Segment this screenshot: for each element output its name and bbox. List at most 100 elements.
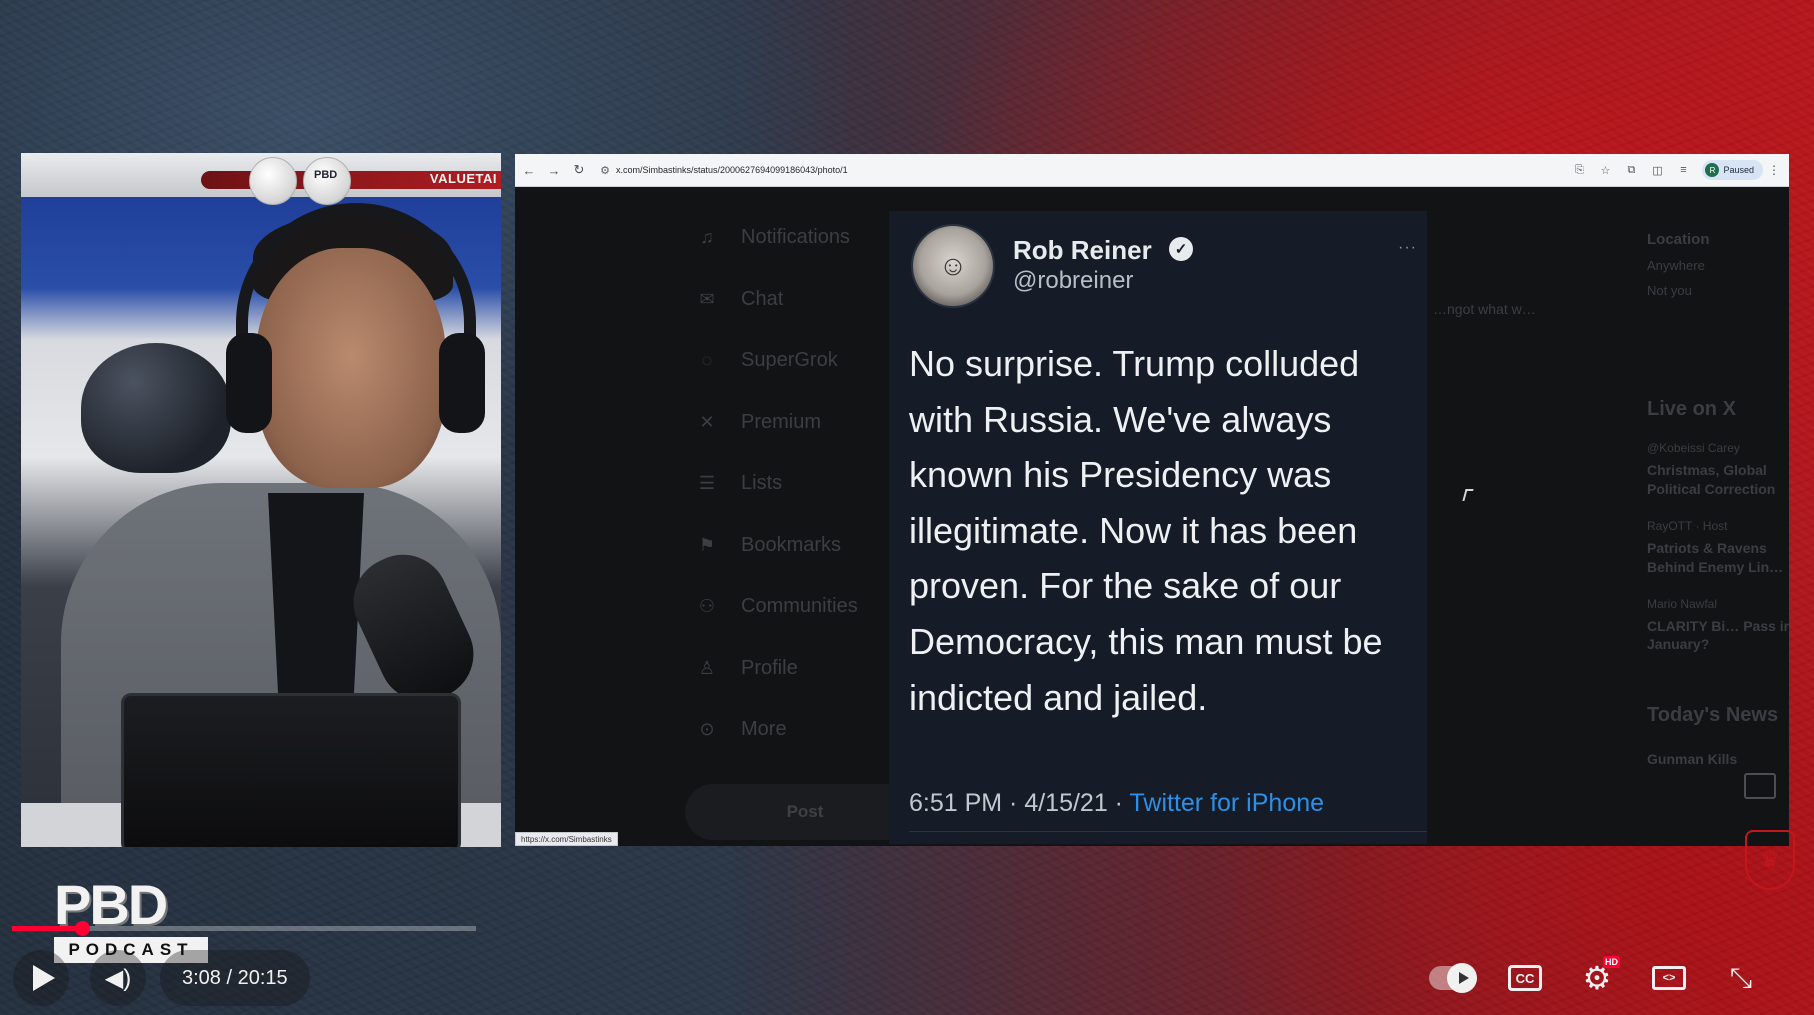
mouse-cursor-icon xyxy=(1462,489,1474,501)
bookmark-icon: ⚑ xyxy=(698,534,716,555)
progress-bar[interactable] xyxy=(12,921,476,936)
x-nav-communities[interactable]: ⚇ Communities xyxy=(695,576,895,638)
tweet-author-avatar[interactable]: ☺ xyxy=(911,224,995,308)
trend-item[interactable]: RayOTT · Host Patriots & Ravens Behind E… xyxy=(1647,519,1789,577)
progress-scrubber[interactable] xyxy=(74,921,90,936)
headphone-left xyxy=(226,333,272,433)
volume-icon: ◀) xyxy=(104,964,132,992)
hd-badge: HD xyxy=(1603,956,1620,968)
autoplay-track xyxy=(1429,963,1477,993)
fullscreen-button[interactable]: ⤡ xyxy=(1714,952,1768,1004)
autoplay-toggle[interactable] xyxy=(1426,952,1480,1004)
tweet-author-name: Rob Reiner xyxy=(1013,235,1152,265)
mail-icon: ✉ xyxy=(699,288,715,309)
theater-mode-button[interactable]: <> xyxy=(1642,952,1696,1004)
trend-meta: @Kobeissi Carey xyxy=(1647,441,1740,455)
tweet-timestamp: 6:51 PM · 4/15/21 · xyxy=(909,789,1130,817)
tweet-divider xyxy=(909,831,1427,832)
autoplay-knob-icon xyxy=(1447,963,1477,993)
status-bar-link: https://x.com/Simbastinks xyxy=(515,832,618,846)
x-sidebar-nav: ♫ Notifications ✉ Chat ◌ SuperGrok ✕ Pre… xyxy=(695,207,895,761)
x-nav-bookmarks[interactable]: ⚑ Bookmarks xyxy=(695,515,895,577)
bat-text: VALUETAI xyxy=(429,171,497,186)
x-logo-icon: ✕ xyxy=(699,411,715,432)
location-label: Location xyxy=(1647,231,1710,248)
back-arrow-icon[interactable]: ← xyxy=(518,159,540,181)
x-nav-label: Premium xyxy=(741,410,822,433)
tweet-source: Twitter for iPhone xyxy=(1129,789,1325,817)
host-camera-feed: VALUETAI PBD xyxy=(21,153,501,847)
x-nav-premium[interactable]: ✕ Premium xyxy=(695,392,895,454)
trend-item[interactable]: Mario Nawfal CLARITY Bi… Pass in January… xyxy=(1647,597,1789,655)
x-nav-lists[interactable]: ☰ Lists xyxy=(695,453,895,515)
bookmark-star-icon[interactable]: ☆ xyxy=(1592,159,1618,181)
live-on-x-heading: Live on X xyxy=(1647,398,1736,420)
bell-icon: ♫ xyxy=(700,227,714,248)
x-right-sidebar: Location Anywhere Not you Live on X @Kob… xyxy=(1647,217,1789,767)
reply-snippet: …ngot what w… xyxy=(1433,301,1536,317)
play-button[interactable] xyxy=(13,950,69,1006)
browser-window: ← → ↻ ⚙ x.com/Simbastinks/status/2000627… xyxy=(515,154,1789,846)
trend-title: Christmas, Global Political Correction xyxy=(1647,462,1776,497)
x-nav-label: Communities xyxy=(741,595,858,618)
lion-shield-icon: ♛ xyxy=(1745,830,1795,890)
trend-meta: RayOTT · Host xyxy=(1647,518,1728,533)
mute-button[interactable]: ◀) xyxy=(90,950,146,1006)
more-icon: ⊙ xyxy=(699,719,715,740)
profile-avatar: R xyxy=(1705,163,1720,177)
location-value[interactable]: Anywhere xyxy=(1647,258,1789,273)
subtitles-button[interactable]: CC xyxy=(1498,952,1552,1004)
not-you-link[interactable]: Not you xyxy=(1647,283,1789,298)
address-bar[interactable]: x.com/Simbastinks/status/200062769409918… xyxy=(616,165,1566,175)
profile-button[interactable]: R Paused xyxy=(1702,160,1763,180)
person-icon: ♙ xyxy=(698,657,716,678)
x-nav-chat[interactable]: ✉ Chat xyxy=(695,269,895,331)
trend-meta: Mario Nawfal xyxy=(1647,596,1718,611)
verified-badge-icon: ✓ xyxy=(1169,237,1193,261)
extensions-icon[interactable]: ⧉ xyxy=(1618,159,1644,181)
todays-news-heading: Today's News xyxy=(1647,704,1779,727)
x-nav-notifications[interactable]: ♫ Notifications xyxy=(695,207,895,269)
list-icon: ☰ xyxy=(698,473,716,494)
x-nav-supergrok[interactable]: ◌ SuperGrok xyxy=(695,330,895,392)
football-helmet xyxy=(81,343,231,473)
x-photo-page: ♫ Notifications ✉ Chat ◌ SuperGrok ✕ Pre… xyxy=(515,187,1789,846)
tweet-more-icon: ··· xyxy=(1398,239,1417,256)
forward-arrow-icon[interactable]: → xyxy=(543,159,565,181)
theater-icon: <> xyxy=(1652,966,1686,990)
trend-title: Patriots & Ravens Behind Enemy Lin… xyxy=(1647,539,1784,575)
tweet-author-handle: @robreiner xyxy=(1013,267,1134,294)
x-nav-label: Profile xyxy=(741,656,798,679)
site-info-icon[interactable]: ⚙ xyxy=(596,161,614,179)
player-right-controls: CC ⚙ HD <> ⤡ xyxy=(1426,952,1768,1004)
captions-icon: CC xyxy=(1508,965,1542,991)
play-icon xyxy=(33,965,55,991)
x-nav-more[interactable]: ⊙ More xyxy=(695,699,895,761)
news-item[interactable]: Gunman Kills xyxy=(1647,751,1789,767)
tweet-text: No surprise. Trump colluded with Russia.… xyxy=(909,343,1383,718)
grok-icon: ◌ xyxy=(701,350,713,371)
x-nav-profile[interactable]: ♙ Profile xyxy=(695,638,895,700)
reload-icon[interactable]: ↻ xyxy=(568,159,590,181)
picture-in-picture-icon[interactable] xyxy=(1744,773,1776,799)
browser-toolbar: ← → ↻ ⚙ x.com/Simbastinks/status/2000627… xyxy=(515,154,1789,187)
x-nav-label: Lists xyxy=(741,472,783,495)
x-nav-label: Notifications xyxy=(741,226,850,249)
trend-item[interactable]: @Kobeissi Carey Christmas, Global Politi… xyxy=(1647,441,1789,499)
tweet-image: ☺ Rob Reiner ✓ @robreiner ··· No surpris… xyxy=(889,211,1427,844)
headphone-right xyxy=(439,333,485,433)
x-nav-label: Chat xyxy=(741,287,784,310)
trend-title: CLARITY Bi… Pass in January? xyxy=(1647,617,1789,653)
install-app-icon[interactable]: ⎘ xyxy=(1566,159,1592,181)
people-icon: ⚇ xyxy=(698,596,716,617)
tweet-meta: 6:51 PM · 4/15/21 · Twitter for iPhone xyxy=(909,789,1324,818)
x-nav-label: Bookmarks xyxy=(741,533,842,556)
browser-menu-icon[interactable]: ⋮ xyxy=(1763,163,1785,177)
x-nav-label: More xyxy=(741,718,787,741)
settings-button[interactable]: ⚙ HD xyxy=(1570,952,1624,1004)
profile-status: Paused xyxy=(1723,165,1754,175)
split-view-icon[interactable]: ◫ xyxy=(1644,159,1670,181)
time-display: 3:08 / 20:15 xyxy=(160,950,310,1006)
media-controls-icon[interactable]: ≡ xyxy=(1670,159,1696,181)
progress-played xyxy=(12,926,82,931)
